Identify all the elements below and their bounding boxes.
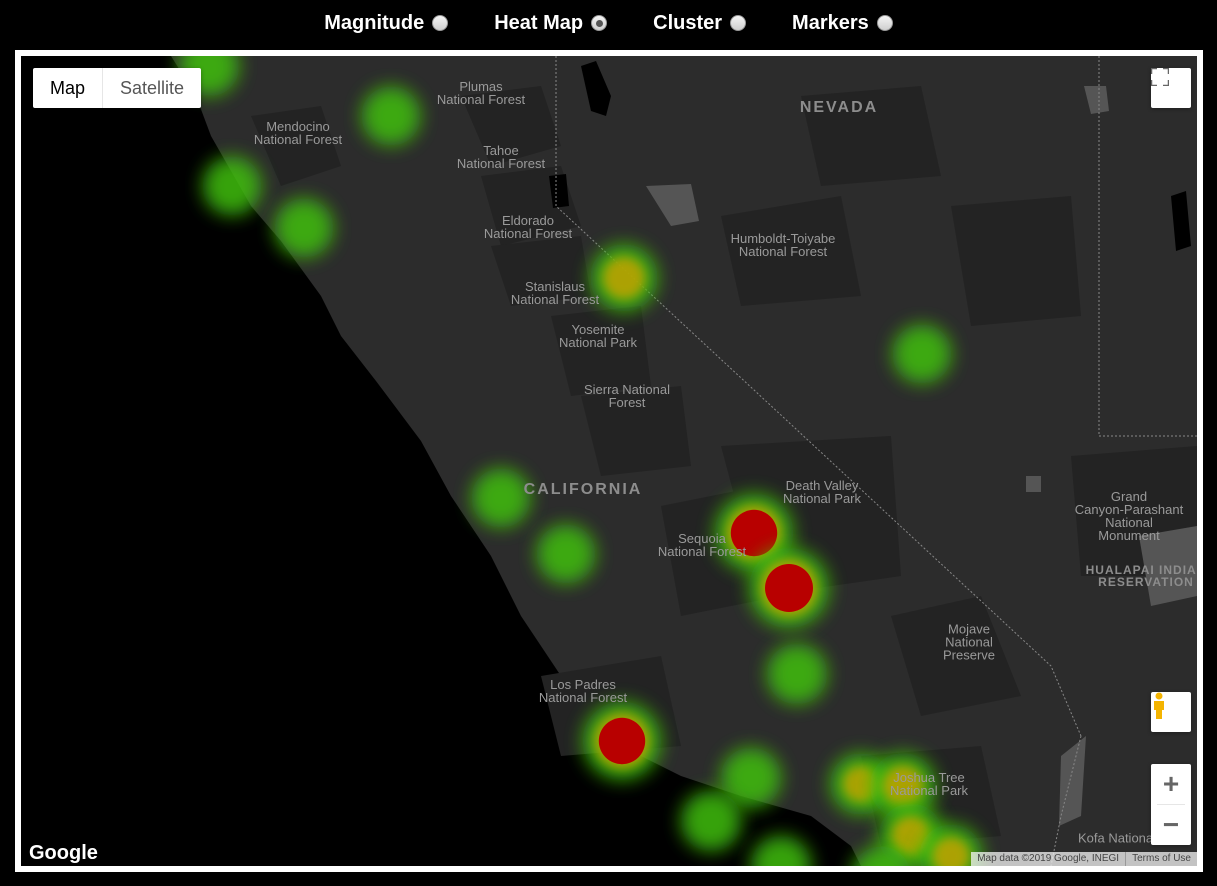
mode-label-magnitude: Magnitude (324, 11, 425, 34)
fullscreen-icon (1151, 68, 1169, 86)
google-logo: Google (29, 842, 98, 864)
place-label: Plumas National Forest (436, 79, 526, 107)
place-label: Joshua Tree National Park (889, 770, 969, 798)
heat-spot (582, 701, 662, 781)
place-label: Mendocino National Forest (253, 119, 343, 147)
street-view-button[interactable] (1151, 692, 1191, 732)
markers-radio[interactable] (876, 15, 893, 31)
place-label: Los Padres National Forest (538, 677, 628, 705)
place-label: Stanislaus National Forest (510, 279, 600, 307)
mode-label-heat-map: Heat Map (494, 11, 584, 34)
zoom-in-button[interactable]: + (1151, 764, 1191, 804)
state-label-nevada: NEVADA (799, 99, 879, 116)
minus-icon: − (1162, 809, 1180, 840)
pegman-icon (1154, 692, 1164, 719)
map-data-text: Map data ©2019 Google, INEGI (977, 853, 1120, 864)
place-label: Sequoia National Forest (657, 531, 747, 559)
base-map (21, 56, 1197, 866)
mode-label-markers: Markers (792, 11, 869, 34)
mode-option-cluster[interactable]: Cluster (653, 11, 747, 35)
fullscreen-button[interactable] (1151, 68, 1191, 108)
heat-spot (590, 244, 658, 312)
place-label: Mojave National Preserve (942, 621, 996, 663)
heat-spot (766, 643, 828, 705)
map-canvas[interactable]: NEVADA CALIFORNIA Plumas National Forest… (21, 56, 1197, 866)
zoom-control: + − (1151, 764, 1191, 845)
reservation-label: HUALAPAI INDIAN RESERVATION (1085, 563, 1197, 589)
mode-option-markers[interactable]: Markers (792, 12, 893, 35)
heat-spot (680, 790, 742, 852)
place-label: Humboldt-Toiyabe National Forest (730, 231, 836, 259)
map-attribution: Map data ©2019 Google, INEGI Terms of Us… (971, 852, 1197, 866)
place-label: Yosemite National Park (558, 322, 638, 350)
zoom-out-button[interactable]: − (1151, 805, 1191, 845)
heat-map-radio[interactable] (591, 15, 608, 31)
heat-spot (471, 468, 531, 528)
heat-spot (536, 524, 596, 584)
heat-spot (749, 548, 829, 628)
visualization-mode-selector: Magnitude Heat Map Cluster Markers (0, 0, 1217, 46)
terms-of-use-link[interactable]: Terms of Use (1125, 852, 1197, 866)
map-type-satellite-button[interactable]: Satellite (103, 68, 201, 108)
map-type-control: Map Satellite (33, 68, 202, 108)
cluster-radio[interactable] (730, 15, 747, 31)
place-label: Tahoe National Forest (456, 143, 546, 171)
heat-spot (274, 198, 334, 258)
heat-spot (361, 86, 421, 146)
place-label: Grand Canyon-Parashant National Monument (1074, 489, 1184, 543)
place-label: Death Valley National Park (782, 478, 862, 506)
mode-option-heat-map[interactable]: Heat Map (494, 11, 608, 35)
heat-spot (892, 324, 952, 384)
map-frame: NEVADA CALIFORNIA Plumas National Forest… (15, 50, 1203, 872)
place-label: Kofa National (1077, 830, 1157, 846)
mode-option-magnitude[interactable]: Magnitude (324, 11, 449, 35)
map-type-map-button[interactable]: Map (33, 68, 104, 108)
mode-label-cluster: Cluster (653, 11, 723, 34)
magnitude-radio[interactable] (432, 15, 449, 31)
state-label-california: CALIFORNIA (523, 481, 643, 498)
plus-icon: + (1162, 768, 1180, 799)
place-label: Sierra National Forest (584, 382, 670, 410)
heat-spot (202, 156, 262, 216)
place-label: Eldorado National Forest (483, 213, 573, 241)
